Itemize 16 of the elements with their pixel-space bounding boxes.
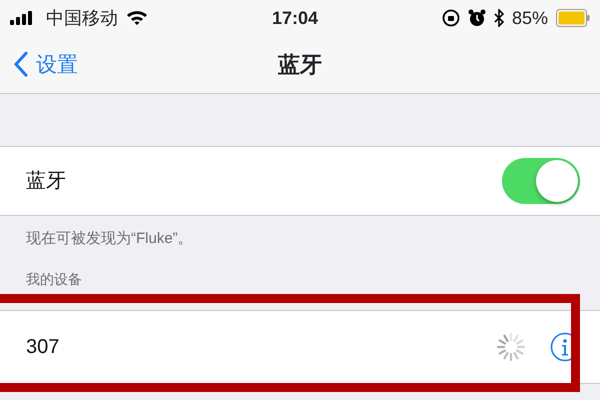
section-header: 我的设备 <box>25 270 83 289</box>
back-button[interactable]: 设置 <box>0 48 78 80</box>
bluetooth-icon <box>494 9 504 27</box>
wifi-icon <box>126 10 148 26</box>
back-chevron-icon <box>14 52 28 78</box>
battery-percent: 85% <box>512 6 548 30</box>
page-title: 蓝牙 <box>278 51 322 79</box>
carrier-name: 中国移动 <box>46 6 118 30</box>
device-name: 307 <box>26 335 60 360</box>
rotation-lock-icon <box>442 9 460 27</box>
setting-label: 蓝牙 <box>26 169 66 194</box>
battery-icon <box>556 9 590 27</box>
toggle-switch[interactable] <box>502 158 580 204</box>
alarm-icon <box>468 9 486 27</box>
clock-time: 17:04 <box>272 6 318 30</box>
footer-note: 现在可被发现为“Fluke”。 <box>25 229 194 249</box>
